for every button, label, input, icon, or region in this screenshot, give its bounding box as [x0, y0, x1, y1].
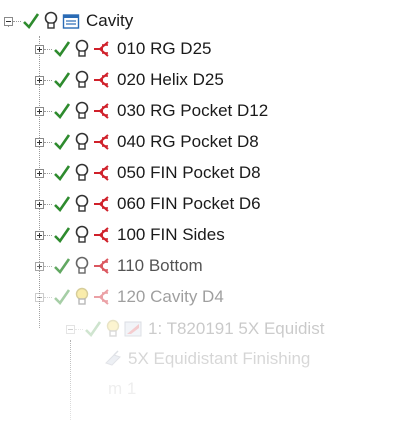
check-icon[interactable]: [22, 11, 40, 31]
tree-node-operation[interactable]: 100 FIN Sides: [35, 220, 225, 250]
lightbulb-icon[interactable]: [73, 132, 91, 152]
collapse-toggle[interactable]: [4, 16, 13, 26]
operation-icon: [93, 132, 111, 152]
tree-line-level2: [70, 340, 71, 420]
lightbulb-icon[interactable]: [73, 101, 91, 121]
tree-connector: [44, 172, 52, 174]
tree-node-partial[interactable]: m 1: [104, 374, 136, 404]
check-icon[interactable]: [53, 39, 71, 59]
node-label: 020 Helix D25: [117, 70, 224, 89]
node-label: 100 FIN Sides: [117, 225, 225, 244]
check-icon[interactable]: [53, 225, 71, 245]
node-label: 5X Equidistant Finishing: [128, 349, 311, 368]
tree-node-operation[interactable]: 110 Bottom: [35, 251, 203, 281]
node-label: 120 Cavity D4: [117, 287, 224, 306]
tree-connector: [44, 203, 52, 205]
tree-connector: [75, 328, 83, 330]
tool-icon: [124, 319, 142, 339]
expand-toggle[interactable]: [35, 137, 44, 147]
tree-node-operation[interactable]: 040 RG Pocket D8: [35, 127, 259, 157]
node-label: 040 RG Pocket D8: [117, 132, 259, 151]
check-icon[interactable]: [53, 194, 71, 214]
operation-icon: [93, 163, 111, 183]
check-icon[interactable]: [53, 287, 71, 307]
lightbulb-icon[interactable]: [42, 11, 60, 31]
operation-icon: [93, 70, 111, 90]
lightbulb-on-icon[interactable]: [73, 287, 91, 307]
node-label: 1: T820191 5X Equidist: [148, 319, 325, 338]
node-label: m 1: [108, 379, 137, 398]
node-label: 110 Bottom: [117, 256, 203, 275]
operation-icon: [93, 194, 111, 214]
tree-node-operation[interactable]: 030 RG Pocket D12: [35, 96, 268, 126]
expand-toggle[interactable]: [35, 106, 44, 116]
tree-node-operation[interactable]: 050 FIN Pocket D8: [35, 158, 261, 188]
tree-node-tool[interactable]: 1: T820191 5X Equidist: [66, 314, 324, 344]
tree-node-cavity[interactable]: Cavity: [4, 6, 133, 36]
tree-connector: [44, 110, 52, 112]
operation-icon: [93, 256, 111, 276]
node-label: 010 RG D25: [117, 39, 212, 58]
node-label: 050 FIN Pocket D8: [117, 163, 261, 182]
operation-icon: [93, 39, 111, 59]
operation-icon: [93, 287, 111, 307]
node-label: Cavity: [86, 11, 134, 30]
lightbulb-icon[interactable]: [73, 256, 91, 276]
tree-connector: [44, 79, 52, 81]
check-icon[interactable]: [53, 256, 71, 276]
check-icon[interactable]: [53, 132, 71, 152]
document-folder-icon: [62, 11, 80, 31]
tree-connector: [13, 20, 21, 22]
lightbulb-icon[interactable]: [73, 163, 91, 183]
lightbulb-on-icon[interactable]: [104, 319, 122, 339]
tree-connector: [44, 141, 52, 143]
tree-node-strategy[interactable]: 5X Equidistant Finishing: [104, 344, 310, 374]
expand-toggle[interactable]: [35, 199, 44, 209]
expand-toggle[interactable]: [35, 230, 44, 240]
lightbulb-icon[interactable]: [73, 39, 91, 59]
tree-connector: [44, 48, 52, 50]
tree-node-operation[interactable]: 020 Helix D25: [35, 65, 224, 95]
lightbulb-icon[interactable]: [73, 194, 91, 214]
lightbulb-icon[interactable]: [73, 70, 91, 90]
collapse-toggle[interactable]: [35, 292, 44, 302]
tree-node-operation[interactable]: 010 RG D25: [35, 34, 212, 64]
strategy-icon: [104, 349, 122, 369]
operation-icon: [93, 225, 111, 245]
check-icon[interactable]: [53, 101, 71, 121]
check-icon[interactable]: [84, 319, 102, 339]
operation-icon: [93, 101, 111, 121]
operations-tree: Cavity 010 RG D25 020 Helix D25 030 RG P…: [0, 0, 402, 445]
check-icon[interactable]: [53, 70, 71, 90]
check-icon[interactable]: [53, 163, 71, 183]
collapse-toggle[interactable]: [66, 324, 75, 334]
tree-node-operation[interactable]: 120 Cavity D4: [35, 282, 224, 312]
expand-toggle[interactable]: [35, 44, 44, 54]
tree-connector: [44, 296, 52, 298]
lightbulb-icon[interactable]: [73, 225, 91, 245]
tree-connector: [44, 265, 52, 267]
expand-toggle[interactable]: [35, 75, 44, 85]
tree-connector: [44, 234, 52, 236]
tree-node-operation[interactable]: 060 FIN Pocket D6: [35, 189, 261, 219]
node-label: 060 FIN Pocket D6: [117, 194, 261, 213]
expand-toggle[interactable]: [35, 168, 44, 178]
expand-toggle[interactable]: [35, 261, 44, 271]
node-label: 030 RG Pocket D12: [117, 101, 269, 120]
